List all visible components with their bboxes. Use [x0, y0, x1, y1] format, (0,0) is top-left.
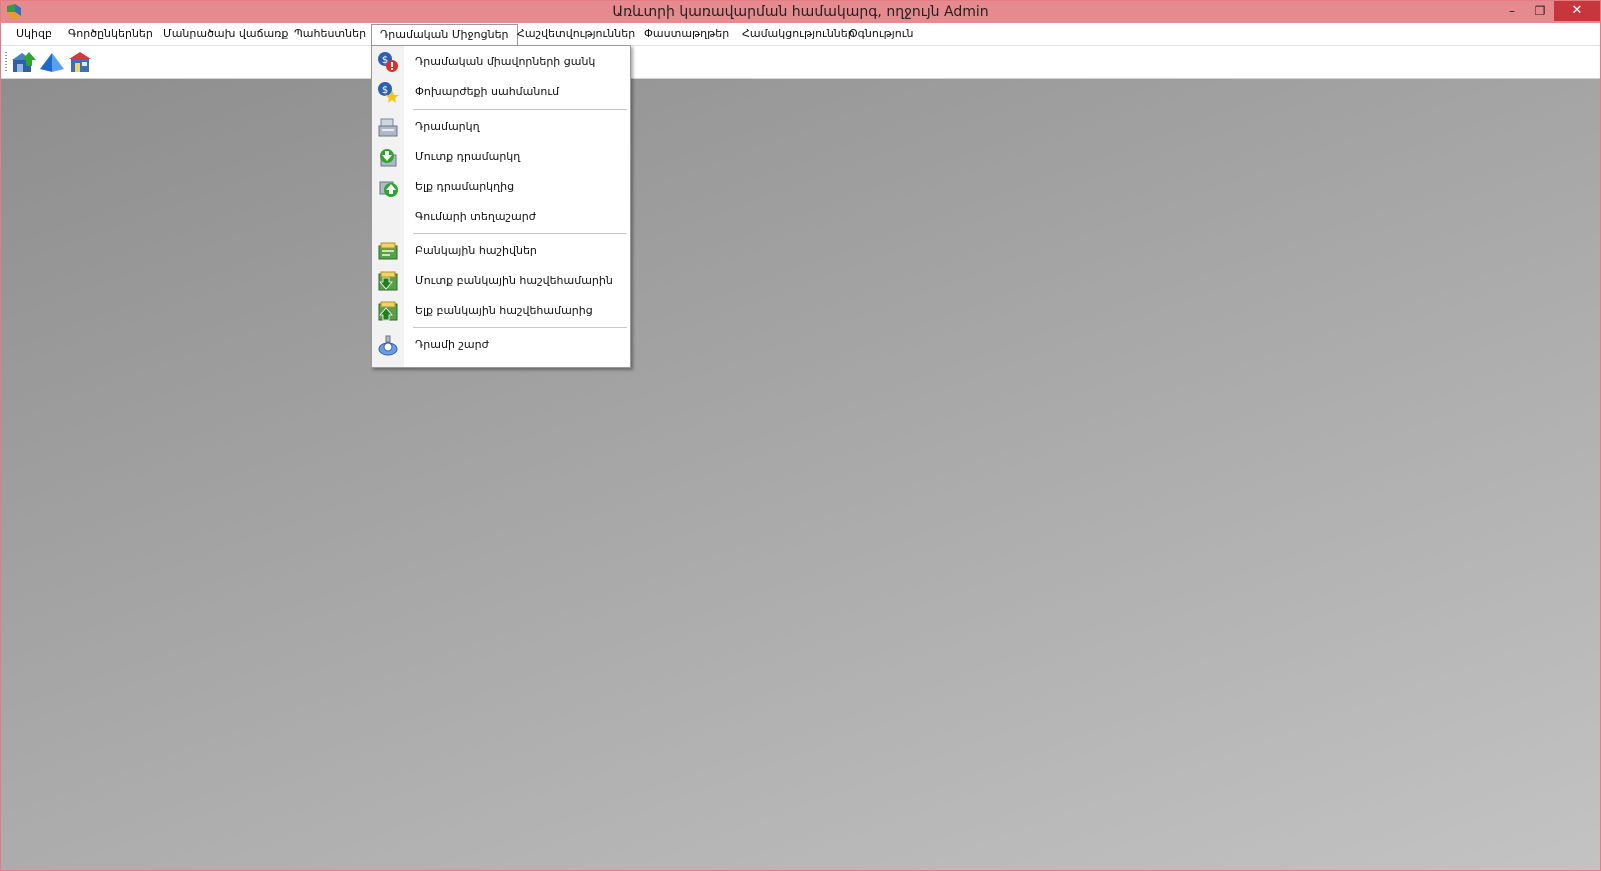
bank-withdraw-icon	[378, 301, 398, 321]
close-button[interactable]: ✕	[1554, 1, 1600, 21]
menu-item-exchange-rate[interactable]: $ Փոխարժեքի սահմանում	[372, 79, 630, 105]
menu-item-label: Դրամարկղ	[415, 120, 480, 133]
menu-documents[interactable]: Փաստաթղթեր	[636, 25, 737, 43]
menu-bar: Սկիզբ Գործընկերներ Մանրածախ վաճառք Պահես…	[1, 23, 1600, 46]
menu-item-cash-out[interactable]: Ելք դրամարկղից	[372, 174, 630, 200]
minimize-button[interactable]: –	[1498, 1, 1526, 21]
toolbar	[1, 46, 1600, 79]
menu-separator	[413, 327, 627, 328]
bank-deposit-icon	[378, 271, 398, 291]
menu-item-label: Դրամական միավորների ցանկ	[415, 55, 596, 68]
cash-out-icon	[379, 181, 398, 197]
restore-button[interactable]: ❐	[1526, 1, 1554, 21]
app-window: Առևտրի կառավարման համակարգ, ողջույն Admi…	[0, 0, 1601, 871]
bank-accounts-icon	[378, 242, 398, 260]
svg-text:$: $	[382, 85, 388, 96]
menu-item-label: Մուտք դրամարկղ	[415, 150, 521, 163]
menu-money[interactable]: Դրամական Միջոցներ	[371, 24, 518, 45]
menu-item-money-flow[interactable]: Դրամի շարժ	[372, 332, 630, 358]
menu-item-cash-register[interactable]: Դրամարկղ	[372, 114, 630, 140]
money-dropdown-menu: $ Դրամական միավորների ցանկ $ Փոխարժեքի ս…	[371, 45, 631, 368]
menu-start[interactable]: Սկիզբ	[8, 25, 60, 43]
menu-warehouses[interactable]: Պահեստներ	[286, 25, 374, 43]
menu-item-currency-list[interactable]: $ Դրամական միավորների ցանկ	[372, 49, 630, 75]
menu-item-label: Բանկային հաշիվներ	[415, 244, 537, 257]
menu-item-label: Ելք բանկային հաշվեհամարից	[415, 304, 593, 317]
exchange-rate-icon: $	[378, 82, 399, 103]
menu-item-label: Դրամի շարժ	[415, 338, 489, 351]
cash-in-icon	[380, 149, 397, 167]
menu-item-money-transfer[interactable]: Գումարի տեղաշարժ	[372, 204, 630, 230]
window-title: Առևտրի կառավարման համակարգ, ողջույն Admi…	[612, 4, 989, 20]
menu-item-label: Ելք դրամարկղից	[415, 180, 515, 193]
menu-item-bank-accounts[interactable]: Բանկային հաշիվներ	[372, 238, 630, 264]
money-flow-icon	[378, 335, 398, 356]
title-bar[interactable]: Առևտրի կառավարման համակարգ, ողջույն Admi…	[1, 1, 1600, 23]
warehouse-upload-icon[interactable]	[11, 50, 37, 74]
menu-item-label: Գումարի տեղաշարժ	[415, 210, 536, 223]
menu-help[interactable]: Օգնություն	[841, 25, 921, 43]
menu-item-label: Մուտք բանկային հաշվեհամարին	[415, 274, 613, 287]
workspace-area	[1, 79, 1600, 870]
menu-item-label: Փոխարժեքի սահմանում	[415, 85, 560, 98]
cash-register-icon	[378, 118, 398, 137]
menu-separator	[413, 233, 627, 234]
menu-item-bank-withdraw[interactable]: Ելք բանկային հաշվեհամարից	[372, 298, 630, 324]
currency-list-icon: $	[378, 52, 398, 72]
menu-retail[interactable]: Մանրածախ վաճառք	[155, 25, 296, 43]
pyramid-icon[interactable]	[39, 50, 65, 74]
menu-item-cash-in[interactable]: Մուտք դրամարկղ	[372, 144, 630, 170]
menu-reports[interactable]: Հաշվետվություններ	[509, 25, 643, 43]
menu-partners[interactable]: Գործընկերներ	[60, 25, 161, 43]
menu-separator	[413, 109, 627, 110]
menu-item-bank-deposit[interactable]: Մուտք բանկային հաշվեհամարին	[372, 268, 630, 294]
toolbar-grip[interactable]	[5, 52, 7, 72]
store-icon[interactable]	[67, 50, 93, 74]
